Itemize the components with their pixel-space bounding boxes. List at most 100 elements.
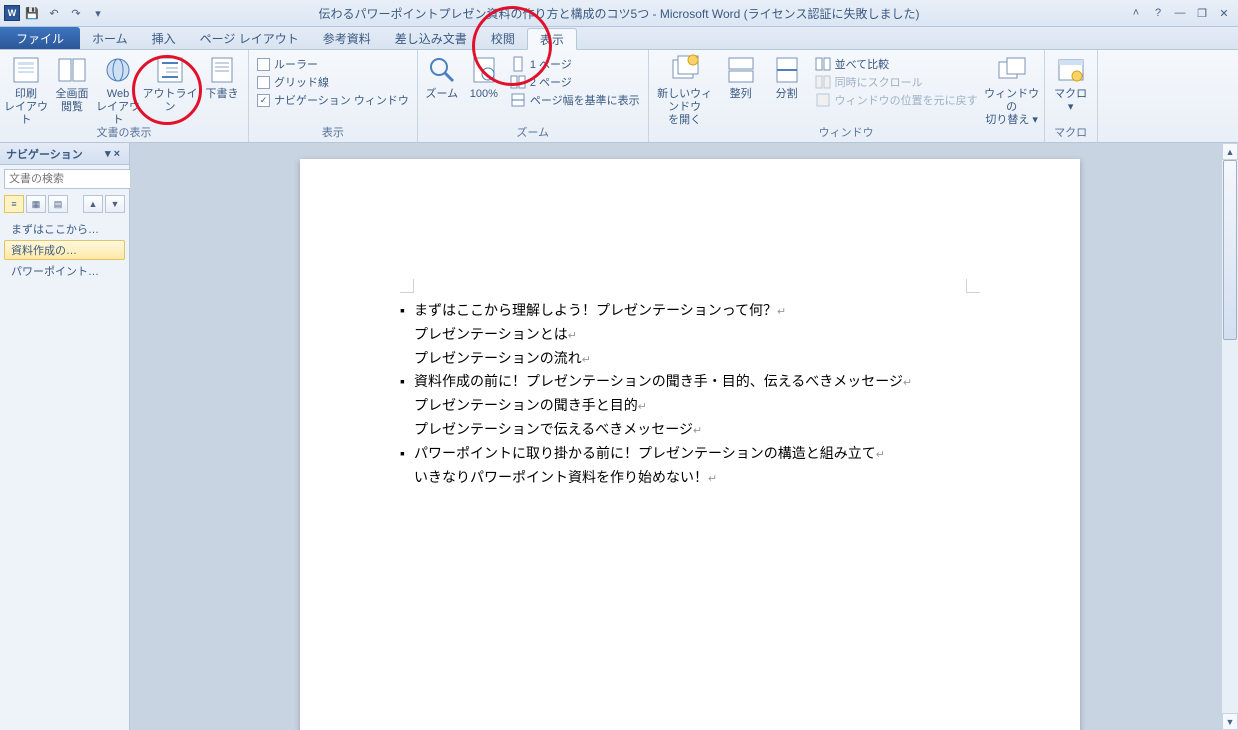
minimize-ribbon-icon[interactable]: ˄ bbox=[1126, 6, 1146, 20]
nav-heading-item[interactable]: まずはここから… bbox=[4, 219, 125, 239]
zoom-icon bbox=[426, 54, 458, 86]
qat-customize-icon[interactable]: ▾ bbox=[88, 3, 108, 23]
split-icon bbox=[771, 54, 803, 86]
help-icon[interactable]: ? bbox=[1148, 6, 1168, 20]
nav-prev-button[interactable]: ▲ bbox=[83, 195, 103, 213]
navigation-pane-close-icon[interactable]: × bbox=[111, 148, 123, 160]
web-layout-button[interactable]: Web レイアウト bbox=[96, 52, 140, 122]
document-body[interactable]: ▪まずはここから理解しよう！プレゼンテーションって何？↵プレゼンテーションとは↵… bbox=[400, 299, 980, 489]
full-screen-reading-button[interactable]: 全画面 閲覧 bbox=[50, 52, 94, 122]
scroll-thumb[interactable] bbox=[1223, 160, 1237, 340]
zoom-100-button[interactable]: 100% bbox=[464, 52, 504, 122]
ruler-checkbox[interactable]: ルーラー bbox=[257, 56, 409, 72]
navigation-pane-header: ナビゲーション ▾ × bbox=[0, 143, 129, 165]
split-button[interactable]: 分割 bbox=[765, 52, 809, 122]
side-by-side-button[interactable]: 並べて比較 bbox=[815, 56, 978, 72]
tab-page-layout[interactable]: ページ レイアウト bbox=[188, 27, 311, 49]
quick-access-toolbar: W 💾 ↶ ↷ ▾ bbox=[0, 3, 112, 23]
zoom-100-icon bbox=[468, 54, 500, 86]
vertical-scrollbar[interactable]: ▲ ▼ bbox=[1221, 143, 1238, 730]
doc-body-line[interactable]: いきなりパワーポイント資料を作り始めない！↵ bbox=[400, 466, 980, 490]
tab-view[interactable]: 表示 bbox=[527, 28, 577, 50]
macros-button[interactable]: マクロ ▾ bbox=[1049, 52, 1093, 122]
arrange-icon bbox=[725, 54, 757, 86]
ribbon: 印刷 レイアウト 全画面 閲覧 Web レイアウト アウトライン 下書き 文書の… bbox=[0, 50, 1238, 143]
macros-icon bbox=[1055, 54, 1087, 86]
group-label-window: ウィンドウ bbox=[653, 122, 1040, 142]
reset-position-icon bbox=[815, 92, 831, 108]
close-button[interactable]: ✕ bbox=[1214, 6, 1234, 20]
draft-icon bbox=[206, 54, 238, 86]
web-layout-icon bbox=[102, 54, 134, 86]
outline-button[interactable]: アウトライン bbox=[142, 52, 198, 122]
group-label-show: 表示 bbox=[253, 122, 413, 142]
ribbon-tabs: ファイル ホーム 挿入 ページ レイアウト 参考資料 差し込み文書 校閲 表示 bbox=[0, 27, 1238, 50]
save-icon[interactable]: 💾 bbox=[22, 3, 42, 23]
tab-review[interactable]: 校閲 bbox=[479, 27, 527, 49]
navigation-items: まずはここから…資料作成の…パワーポイント… bbox=[0, 215, 129, 285]
switch-windows-button[interactable]: ウィンドウの 切り替え ▾ bbox=[984, 52, 1040, 122]
new-window-icon bbox=[669, 54, 701, 86]
nav-tab-results[interactable]: ▤ bbox=[48, 195, 68, 213]
document-page[interactable]: ▪まずはここから理解しよう！プレゼンテーションって何？↵プレゼンテーションとは↵… bbox=[300, 159, 1080, 730]
nav-heading-item[interactable]: パワーポイント… bbox=[4, 261, 125, 281]
full-screen-icon bbox=[56, 54, 88, 86]
navigation-toolbar: ≡ ▦ ▤ ▲ ▼ bbox=[0, 193, 129, 215]
maximize-button[interactable]: ❐ bbox=[1192, 6, 1212, 20]
window-title: 伝わるパワーポイントプレゼン資料の作り方と構成のコツ5つ - Microsoft… bbox=[0, 5, 1238, 22]
group-label-macros: マクロ bbox=[1049, 122, 1093, 142]
group-window: 新しいウィンドウ を開く 整列 分割 並べて比較 同時にスクロール ウィンドウの… bbox=[649, 50, 1045, 142]
zoom-button[interactable]: ズーム bbox=[422, 52, 462, 122]
doc-body-line[interactable]: プレゼンテーションとは↵ bbox=[400, 323, 980, 347]
group-zoom: ズーム 100% 1 ページ 2 ページ ページ幅を基準に表示 ズーム bbox=[418, 50, 649, 142]
navigation-pane-title: ナビゲーション bbox=[6, 146, 83, 162]
nav-tab-headings[interactable]: ≡ bbox=[4, 195, 24, 213]
page-width-button[interactable]: ページ幅を基準に表示 bbox=[510, 92, 640, 108]
group-label-views: 文書の表示 bbox=[4, 122, 244, 142]
nav-next-button[interactable]: ▼ bbox=[105, 195, 125, 213]
one-page-button[interactable]: 1 ページ bbox=[510, 56, 640, 72]
doc-body-line[interactable]: プレゼンテーションの聞き手と目的↵ bbox=[400, 394, 980, 418]
main-area: ナビゲーション ▾ × 🔍▾ ≡ ▦ ▤ ▲ ▼ まずはここから…資料作成の…パ… bbox=[0, 143, 1238, 730]
reset-window-position-button: ウィンドウの位置を元に戻す bbox=[815, 92, 978, 108]
navigation-search-row: 🔍▾ bbox=[0, 165, 129, 193]
page-width-icon bbox=[510, 92, 526, 108]
one-page-icon bbox=[510, 56, 526, 72]
minimize-button[interactable]: — bbox=[1170, 6, 1190, 20]
draft-button[interactable]: 下書き bbox=[200, 52, 244, 122]
print-layout-button[interactable]: 印刷 レイアウト bbox=[4, 52, 48, 122]
doc-heading-1[interactable]: ▪まずはここから理解しよう！プレゼンテーションって何？↵ bbox=[400, 299, 980, 323]
doc-heading-1[interactable]: ▪資料作成の前に！プレゼンテーションの聞き手・目的、伝えるべきメッセージ↵ bbox=[400, 370, 980, 394]
doc-body-line[interactable]: プレゼンテーションで伝えるべきメッセージ↵ bbox=[400, 418, 980, 442]
navigation-pane: ナビゲーション ▾ × 🔍▾ ≡ ▦ ▤ ▲ ▼ まずはここから…資料作成の…パ… bbox=[0, 143, 130, 730]
tab-home[interactable]: ホーム bbox=[80, 27, 140, 49]
tab-insert[interactable]: 挿入 bbox=[140, 27, 188, 49]
word-app-icon[interactable]: W bbox=[4, 5, 20, 21]
doc-heading-1[interactable]: ▪パワーポイントに取り掛かる前に！プレゼンテーションの構造と組み立て↵ bbox=[400, 442, 980, 466]
redo-icon[interactable]: ↷ bbox=[66, 3, 86, 23]
margin-mark-tl bbox=[400, 279, 414, 293]
window-controls: ˄ ? — ❐ ✕ bbox=[1126, 6, 1238, 20]
document-area: ▪まずはここから理解しよう！プレゼンテーションって何？↵プレゼンテーションとは↵… bbox=[130, 143, 1238, 730]
scroll-down-icon[interactable]: ▼ bbox=[1222, 713, 1238, 730]
scroll-up-icon[interactable]: ▲ bbox=[1222, 143, 1238, 160]
side-by-side-icon bbox=[815, 56, 831, 72]
new-window-button[interactable]: 新しいウィンドウ を開く bbox=[653, 52, 717, 122]
nav-tab-pages[interactable]: ▦ bbox=[26, 195, 46, 213]
two-pages-button[interactable]: 2 ページ bbox=[510, 74, 640, 90]
arrange-all-button[interactable]: 整列 bbox=[719, 52, 763, 122]
gridlines-checkbox[interactable]: グリッド線 bbox=[257, 74, 409, 90]
tab-references[interactable]: 参考資料 bbox=[311, 27, 383, 49]
title-bar: W 💾 ↶ ↷ ▾ 伝わるパワーポイントプレゼン資料の作り方と構成のコツ5つ -… bbox=[0, 0, 1238, 27]
undo-icon[interactable]: ↶ bbox=[44, 3, 64, 23]
two-pages-icon bbox=[510, 74, 526, 90]
sync-scroll-button: 同時にスクロール bbox=[815, 74, 978, 90]
tab-file[interactable]: ファイル bbox=[0, 27, 80, 49]
tab-mailings[interactable]: 差し込み文書 bbox=[383, 27, 479, 49]
navigation-pane-checkbox[interactable]: ✓ナビゲーション ウィンドウ bbox=[257, 92, 409, 108]
group-label-zoom: ズーム bbox=[422, 122, 644, 142]
nav-heading-item[interactable]: 資料作成の… bbox=[4, 240, 125, 260]
outline-icon bbox=[154, 54, 186, 86]
print-layout-icon bbox=[10, 54, 42, 86]
doc-body-line[interactable]: プレゼンテーションの流れ↵ bbox=[400, 347, 980, 371]
